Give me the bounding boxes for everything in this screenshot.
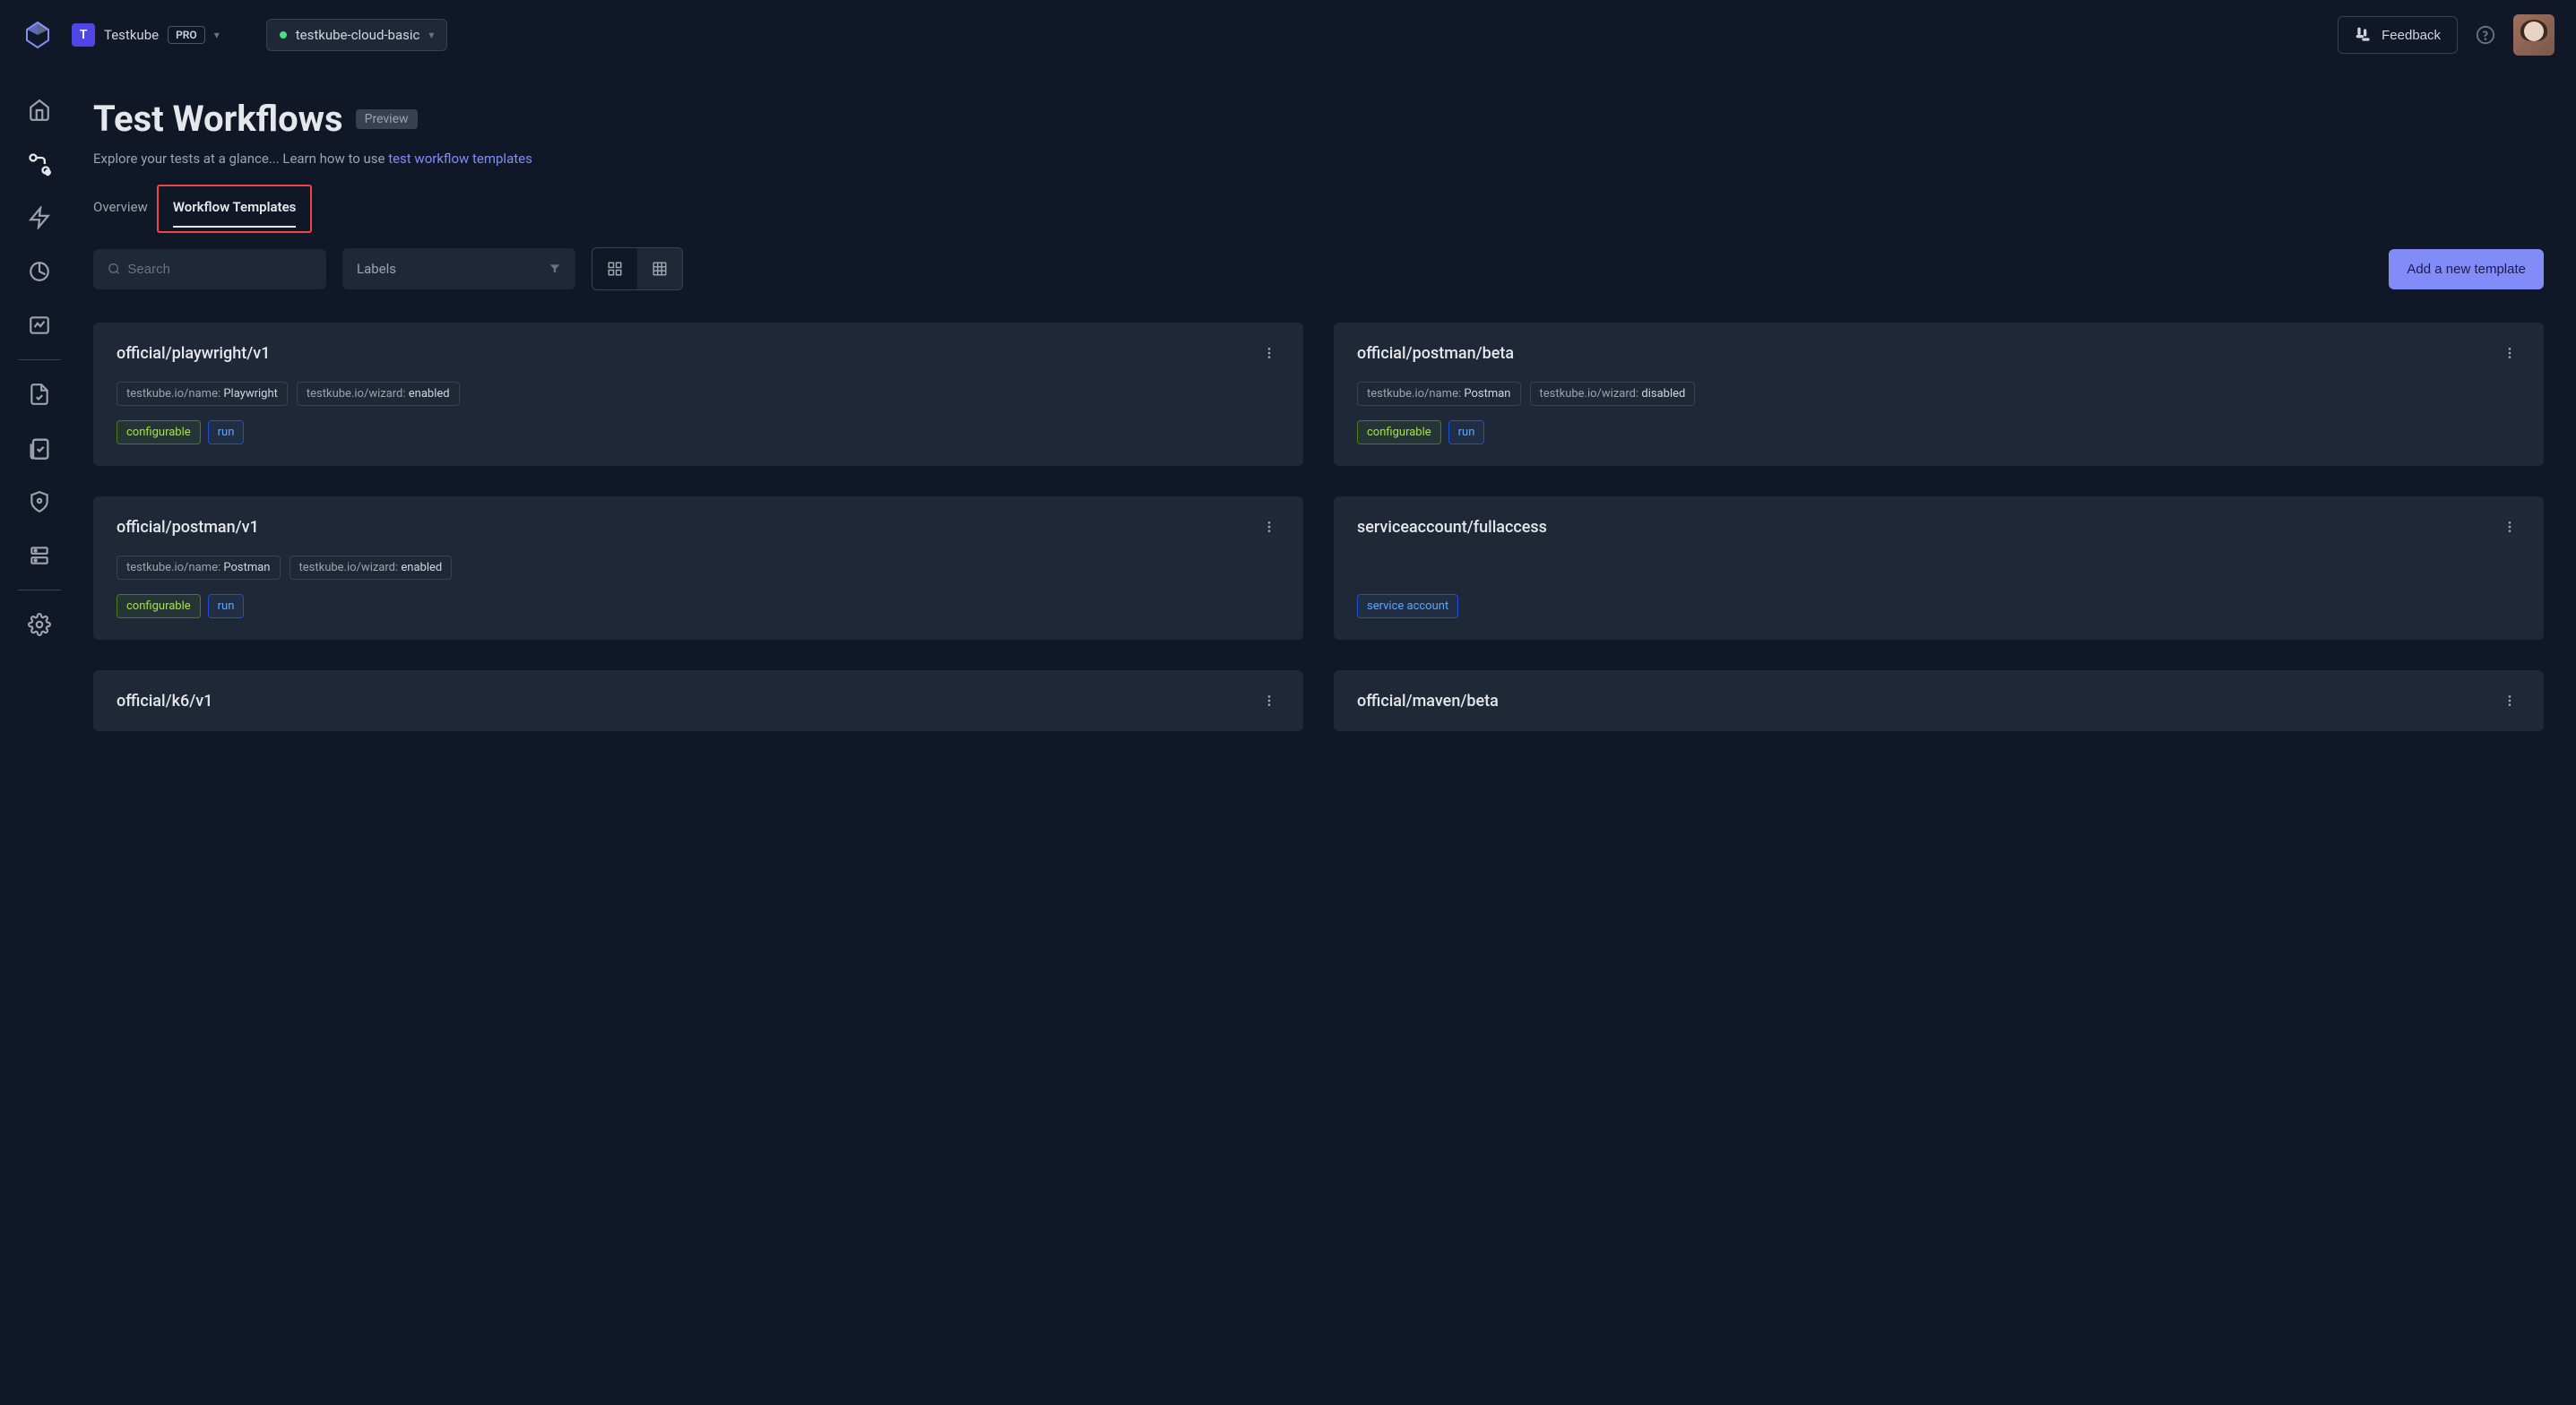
app-logo[interactable] <box>22 19 54 51</box>
header-right: Feedback <box>2338 14 2554 56</box>
page-title: Test Workflows <box>93 98 343 140</box>
slack-icon <box>2355 26 2373 44</box>
template-card[interactable]: serviceaccount/fullaccess service account <box>1334 496 2544 640</box>
status-dot-icon <box>280 31 287 39</box>
card-menu-icon[interactable] <box>2499 692 2520 713</box>
card-menu-icon[interactable] <box>1258 344 1280 366</box>
info-tag: testkube.io/wizard: disabled <box>1530 382 1696 406</box>
main-content: Test Workflows Preview Explore your test… <box>79 71 2576 731</box>
sidebar-divider <box>18 359 61 360</box>
sidebar-security[interactable] <box>27 489 52 514</box>
preview-badge: Preview <box>356 109 418 129</box>
view-toggle <box>592 247 683 290</box>
status-tag: configurable <box>1357 420 1441 444</box>
feedback-button[interactable]: Feedback <box>2338 16 2458 54</box>
filters-row: Labels Add a new template <box>93 247 2544 290</box>
info-tag: testkube.io/name: Postman <box>117 556 281 580</box>
search-box[interactable] <box>93 249 326 289</box>
labels-select[interactable]: Labels <box>342 248 575 289</box>
sidebar-sources[interactable] <box>27 543 52 568</box>
sidebar-settings[interactable] <box>27 612 52 637</box>
info-tag: testkube.io/name: Playwright <box>117 382 288 406</box>
page-subtitle: Explore your tests at a glance... Learn … <box>93 151 2544 167</box>
help-icon[interactable] <box>2476 25 2495 45</box>
template-card[interactable]: official/maven/beta <box>1334 670 2544 731</box>
labels-placeholder: Labels <box>357 261 396 277</box>
grid-view-button[interactable] <box>592 248 637 289</box>
filter-icon <box>549 263 561 275</box>
search-icon <box>108 262 120 276</box>
sidebar-testsuites[interactable] <box>27 435 52 461</box>
env-selector[interactable]: testkube-cloud-basic ▾ <box>266 19 448 51</box>
add-template-button[interactable]: Add a new template <box>2389 249 2544 289</box>
list-view-button[interactable] <box>637 248 682 289</box>
template-card[interactable]: official/postman/beta testkube.io/name: P… <box>1334 323 2544 466</box>
template-card[interactable]: official/k6/v1 <box>93 670 1303 731</box>
sidebar-tests[interactable] <box>27 382 52 407</box>
status-tag: configurable <box>117 594 201 618</box>
template-card[interactable]: official/playwright/v1 testkube.io/name: … <box>93 323 1303 466</box>
card-title: official/postman/v1 <box>117 518 259 537</box>
card-menu-icon[interactable] <box>2499 344 2520 366</box>
card-title: serviceaccount/fullaccess <box>1357 518 1547 537</box>
template-card[interactable]: official/postman/v1 testkube.io/name: Pos… <box>93 496 1303 640</box>
pro-badge: PRO <box>168 26 205 44</box>
status-tag: configurable <box>117 420 201 444</box>
sidebar-home[interactable] <box>27 98 52 123</box>
card-menu-icon[interactable] <box>1258 692 1280 713</box>
user-avatar[interactable] <box>2513 14 2554 56</box>
info-tag: testkube.io/wizard: enabled <box>297 382 460 406</box>
status-tag: run <box>1448 420 1485 444</box>
tab-overview[interactable]: Overview <box>93 192 148 228</box>
card-title: official/k6/v1 <box>117 692 212 711</box>
env-name: testkube-cloud-basic <box>296 27 420 43</box>
sidebar-analytics[interactable] <box>27 259 52 284</box>
chevron-down-icon: ▾ <box>428 29 434 41</box>
card-title: official/maven/beta <box>1357 692 1499 711</box>
sidebar-workflows[interactable]: + <box>27 151 52 177</box>
sidebar: + <box>0 71 79 731</box>
search-input[interactable] <box>127 262 312 277</box>
status-tag: run <box>208 420 245 444</box>
status-tag: service account <box>1357 594 1458 618</box>
templates-link[interactable]: test workflow templates <box>388 151 532 167</box>
info-tag: testkube.io/wizard: enabled <box>290 556 453 580</box>
cards-grid: official/playwright/v1 testkube.io/name: … <box>93 323 2544 731</box>
org-name: Testkube <box>104 27 159 43</box>
tabs: Overview Workflow Templates <box>93 192 2544 228</box>
app-header: T Testkube PRO ▾ testkube-cloud-basic ▾ … <box>0 0 2576 71</box>
card-menu-icon[interactable] <box>2499 518 2520 539</box>
status-tag: run <box>208 594 245 618</box>
sidebar-insights[interactable] <box>27 313 52 338</box>
tab-workflow-templates[interactable]: Workflow Templates <box>173 192 297 228</box>
feedback-label: Feedback <box>2382 28 2441 43</box>
org-selector[interactable]: T Testkube PRO ▾ <box>68 20 223 50</box>
sidebar-triggers[interactable] <box>27 205 52 230</box>
card-title: official/postman/beta <box>1357 344 1514 363</box>
org-badge: T <box>72 23 95 47</box>
chevron-down-icon: ▾ <box>214 29 220 41</box>
info-tag: testkube.io/name: Postman <box>1357 382 1521 406</box>
card-menu-icon[interactable] <box>1258 518 1280 539</box>
svg-text:+: + <box>46 168 50 177</box>
card-title: official/playwright/v1 <box>117 344 270 363</box>
